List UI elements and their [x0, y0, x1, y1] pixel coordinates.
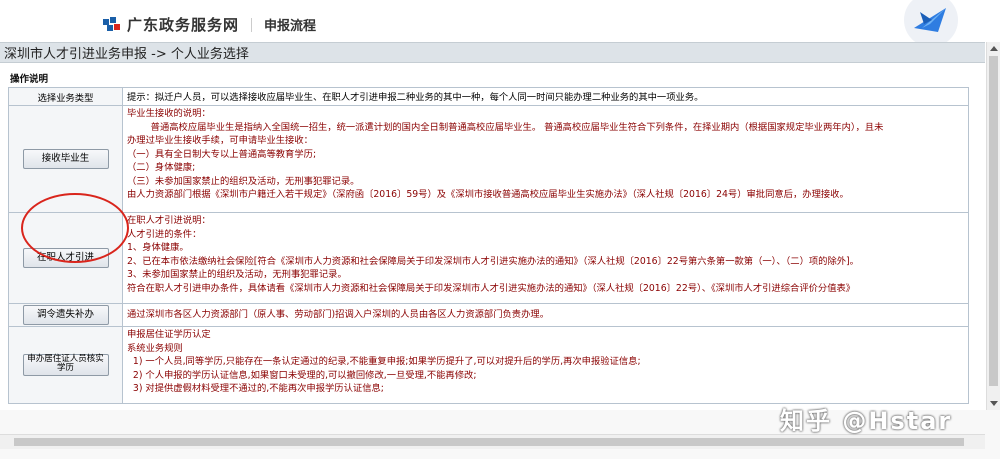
- site-logo[interactable]: 广东政务服务网 申报流程: [103, 14, 316, 35]
- description-line: 系统业务规则: [127, 342, 183, 354]
- row-description: 毕业生接收的说明： 普通高校应届毕业生是指纳入全国统一招生，统一派遣计划的国内全…: [122, 105, 969, 213]
- horizontal-scrollbar[interactable]: [0, 434, 985, 449]
- flow-title: 申报流程: [264, 19, 317, 34]
- receive-graduates-button[interactable]: 接收毕业生: [22, 149, 109, 169]
- breadcrumb: 深圳市人才引进业务申报 -> 个人业务选择: [0, 42, 985, 63]
- verify-education-button[interactable]: 申办居住证人员核实学历: [22, 354, 109, 376]
- guangdong-logo-icon: [103, 16, 121, 33]
- scroll-thumb[interactable]: [989, 56, 998, 386]
- section-title: 操作说明: [10, 74, 49, 85]
- description-line: 普通高校应届毕业生是指纳入全国统一招生，统一派遣计划的国内全日制普通高校应届毕业…: [127, 121, 884, 133]
- watermark-text: 知乎 @Hstar: [780, 407, 953, 435]
- breadcrumb-text: 深圳市人才引进业务申报 -> 个人业务选择: [4, 47, 249, 62]
- table-row: 在职人才引进 在职人才引进说明： 人才引进的条件： 1、身体健康。 2、已在本市…: [8, 212, 969, 304]
- row-action-cell: 调令遗失补办: [8, 303, 123, 327]
- description-line: 3、未参加国家禁止的组织及活动，无刑事犯罪记录。: [127, 269, 347, 280]
- table-row: 申办居住证人员核实学历 申报居住证学历认定 系统业务规则 1) 一个人员,同等学…: [8, 326, 969, 404]
- description-line: （二）身体健康;: [127, 162, 196, 173]
- description-line: 1) 一个人员,同等学历,只能存在一条认定通过的纪录,不能重复申报;如果学历提升…: [127, 356, 641, 367]
- description-line: 符合在职人才引进申办条件，具体请看《深圳市人力资源和社会保障局关于印发深圳市人才…: [127, 282, 856, 294]
- title-divider: [251, 17, 253, 32]
- main-content: 操作说明 选择业务类型 提示：拟迁户人员，可以选择接收应届毕业生、在职人才引进申…: [0, 62, 985, 410]
- description-line: 通过深圳市各区人力资源部门（原人事、劳动部门)招调入户深圳的人员由各区人力资源部…: [127, 309, 549, 321]
- row-description: 在职人才引进说明： 人才引进的条件： 1、身体健康。 2、已在本市依法缴纳社会保…: [122, 212, 969, 304]
- description-line: 3) 对提供虚假材料受理不通过的,不能再次申报学历认证信息;: [127, 383, 384, 394]
- top-bar: 广东政务服务网 申报流程: [0, 0, 1000, 47]
- row-description: 通过深圳市各区人力资源部门（原人事、劳动部门)招调入户深圳的人员由各区人力资源部…: [122, 303, 969, 327]
- description-line: 毕业生接收的说明：: [127, 108, 211, 119]
- description-line: 2) 个人申报的学历认证信息,如果窗口未受理的,可以撤回修改,一旦受理,不能再修…: [127, 369, 477, 381]
- description-line: 由人力资源部门根据《深圳市户籍迁入若干规定》（深府函〔2016〕59号）及《深圳…: [127, 189, 849, 200]
- hscroll-thumb[interactable]: [14, 438, 964, 446]
- table-row: 接收毕业生 毕业生接收的说明： 普通高校应届毕业生是指纳入全国统一招生，统一派遣…: [8, 105, 969, 213]
- site-title: 广东政务服务网: [127, 16, 240, 34]
- row-action-cell: 在职人才引进: [8, 212, 123, 304]
- reissue-transfer-order-button[interactable]: 调令遗失补办: [22, 305, 109, 325]
- table-row: 调令遗失补办 通过深圳市各区人力资源部门（原人事、劳动部门)招调入户深圳的人员由…: [8, 303, 969, 327]
- description-line: 人才引进的条件：: [127, 228, 202, 240]
- row-action-cell: 申办居住证人员核实学历: [8, 326, 123, 404]
- description-line: 2、已在本市依法缴纳社会保险[符合《深圳市人力资源和社会保障局关于印发深圳市人才…: [127, 255, 859, 267]
- description-line: 在职人才引进说明：: [127, 215, 211, 226]
- row-description: 申报居住证学历认定 系统业务规则 1) 一个人员,同等学历,只能存在一条认定通过…: [122, 326, 969, 404]
- business-type-table: 选择业务类型 提示：拟迁户人员，可以选择接收应届毕业生、在职人才引进申报二种业务…: [8, 87, 969, 404]
- description-line: 办理过毕业生接收手续，可申请毕业生接收：: [127, 135, 313, 146]
- description-line: （三）未参加国家禁止的组织及活动，无刑事犯罪记录。: [127, 175, 360, 187]
- bird-app-icon[interactable]: [902, 0, 960, 48]
- vertical-scrollbar[interactable]: [986, 42, 1000, 410]
- description-line: 申报居住证学历认定: [127, 329, 211, 340]
- table-header-row: 选择业务类型 提示：拟迁户人员，可以选择接收应届毕业生、在职人才引进申报二种业务…: [8, 87, 969, 106]
- header-business-type: 选择业务类型: [8, 87, 123, 106]
- scroll-up-icon[interactable]: [990, 46, 998, 51]
- row-action-cell: 接收毕业生: [8, 105, 123, 213]
- header-hint: 提示：拟迁户人员，可以选择接收应届毕业生、在职人才引进申报二种业务的其中一种，每…: [122, 87, 969, 106]
- scroll-down-icon[interactable]: [990, 401, 998, 406]
- onjob-talent-button[interactable]: 在职人才引进: [22, 248, 109, 268]
- description-line: （一）具有全日制大专以上普通高等教育学历;: [127, 148, 317, 160]
- description-line: 1、身体健康。: [127, 242, 189, 253]
